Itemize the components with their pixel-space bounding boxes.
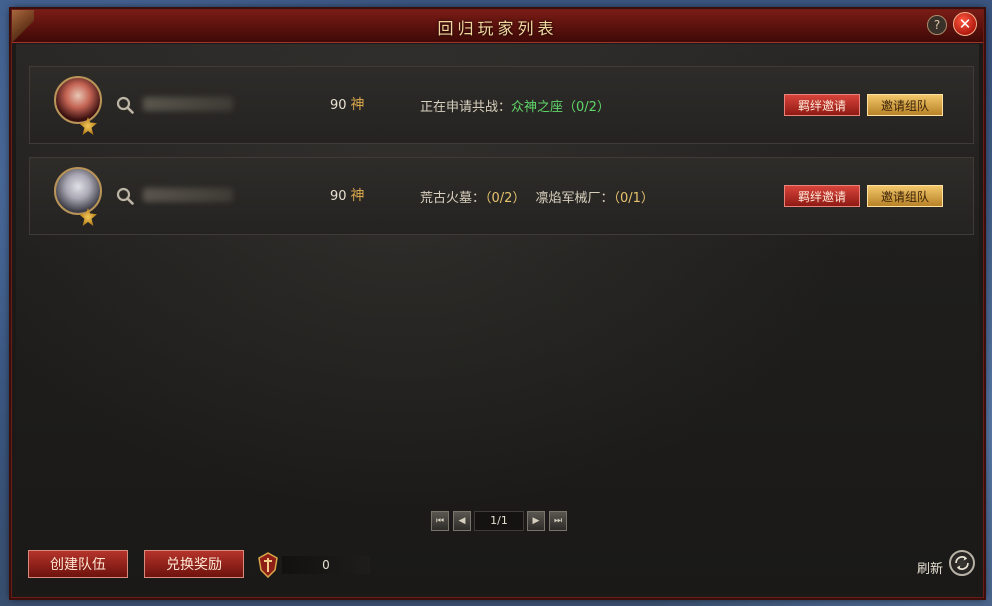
- returning-players-window: 回归玩家列表 ? ✕ 90 神 正在申请共战：众神之座（0/2） 羁绊邀请 邀请组…: [11, 9, 984, 598]
- refresh-label[interactable]: 刷新: [917, 558, 943, 577]
- player-row: 90 神 正在申请共战：众神之座（0/2） 羁绊邀请 邀请组队: [29, 66, 974, 144]
- search-icon[interactable]: [116, 187, 134, 205]
- god-rank-label: 神: [350, 188, 365, 204]
- player-level: 90 神: [330, 185, 365, 205]
- player-name-blurred: [143, 188, 233, 202]
- points-value: 0: [282, 556, 370, 574]
- last-page-button[interactable]: ⏭: [549, 511, 567, 531]
- exchange-reward-button[interactable]: 兑换奖励: [144, 550, 244, 578]
- status-prefix: 正在申请共战：: [420, 100, 512, 115]
- player-avatar[interactable]: [54, 76, 102, 124]
- player-name-blurred: [143, 97, 233, 111]
- player-level: 90 神: [330, 94, 365, 114]
- status-count: （0/2）: [563, 100, 610, 115]
- player-avatar[interactable]: [54, 167, 102, 215]
- team-invite-button[interactable]: 邀请组队: [867, 185, 943, 207]
- dungeon-name: 凛焰军械厂：: [535, 191, 614, 206]
- player-status: 正在申请共战：众神之座（0/2）: [420, 96, 610, 115]
- bond-invite-button[interactable]: 羁绊邀请: [784, 185, 860, 207]
- dungeon-count: （0/2）: [485, 191, 526, 206]
- god-rank-label: 神: [350, 97, 365, 113]
- page-indicator: 1/1: [474, 511, 524, 531]
- next-page-button[interactable]: ▶: [527, 511, 545, 531]
- player-list-panel: 90 神 正在申请共战：众神之座（0/2） 羁绊邀请 邀请组队 90 神 荒古火墓：…: [16, 44, 979, 593]
- create-team-button[interactable]: 创建队伍: [28, 550, 128, 578]
- close-button[interactable]: ✕: [953, 12, 977, 36]
- first-page-button[interactable]: ⏮: [431, 511, 449, 531]
- bond-invite-button[interactable]: 羁绊邀请: [784, 94, 860, 116]
- emblem-icon: [258, 552, 278, 578]
- search-icon[interactable]: [116, 96, 134, 114]
- level-value: 90: [330, 189, 347, 204]
- title-bar: 回归玩家列表 ? ✕: [12, 10, 983, 43]
- status-target: 众神之座: [511, 100, 564, 115]
- team-invite-button[interactable]: 邀请组队: [867, 94, 943, 116]
- dungeon-count: （0/1）: [613, 191, 654, 206]
- prev-page-button[interactable]: ◀: [453, 511, 471, 531]
- window-title: 回归玩家列表: [437, 19, 558, 38]
- player-row: 90 神 荒古火墓：（0/2） 凛焰军械厂：（0/1） 羁绊邀请 邀请组队: [29, 157, 974, 235]
- help-button[interactable]: ?: [927, 15, 947, 35]
- dungeon-name: 荒古火墓：: [420, 191, 486, 206]
- refresh-icon[interactable]: [949, 550, 975, 576]
- level-value: 90: [330, 98, 347, 113]
- player-status: 荒古火墓：（0/2） 凛焰军械厂：（0/1）: [420, 187, 654, 206]
